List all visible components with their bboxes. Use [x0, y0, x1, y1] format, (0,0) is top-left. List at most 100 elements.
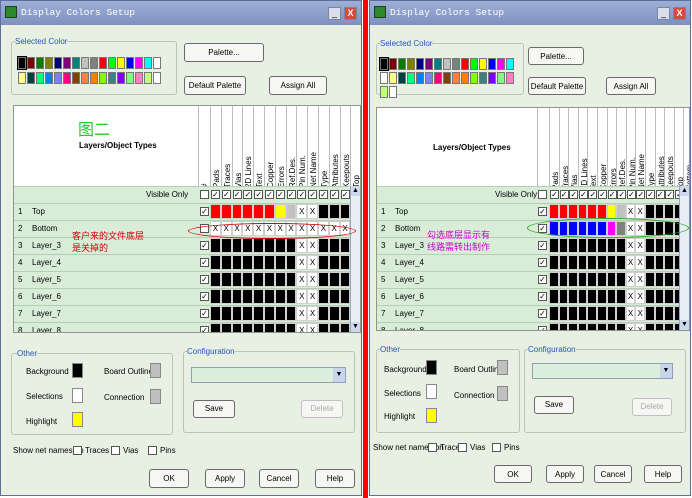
configuration-dropdown[interactable]: ▼	[191, 367, 346, 383]
color-cell[interactable]	[220, 255, 232, 270]
color-cell[interactable]	[654, 238, 665, 253]
color-cell[interactable]	[568, 204, 578, 219]
palette-swatch[interactable]	[398, 72, 406, 84]
visible-only-checkbox[interactable]: ✓	[646, 190, 655, 199]
table-row[interactable]: 3 Layer_3 ✓ X X	[377, 237, 689, 254]
color-cell[interactable]	[242, 323, 254, 332]
traces-checkbox[interactable]	[73, 446, 82, 455]
table-row[interactable]: 5 Layer_5 ✓ X X	[377, 271, 689, 288]
board-outline-color-box[interactable]	[497, 360, 508, 375]
palette-swatch[interactable]	[380, 72, 388, 84]
color-cell[interactable]	[664, 289, 674, 304]
save-button[interactable]: Save	[193, 400, 235, 418]
table-row[interactable]: 4 Layer_4 ✓ X X	[377, 254, 689, 271]
color-cell[interactable]	[328, 323, 340, 332]
color-cell[interactable]	[339, 204, 351, 219]
highlight-color-box[interactable]	[426, 408, 437, 423]
color-cell[interactable]	[558, 306, 569, 321]
color-cell[interactable]	[220, 323, 232, 332]
palette-swatch[interactable]	[54, 57, 62, 69]
visible-only-checkbox[interactable]: ✓	[598, 190, 607, 199]
ok-button[interactable]: OK	[149, 469, 189, 488]
palette-swatch[interactable]	[18, 72, 26, 84]
layer-enable-checkbox[interactable]: ✓	[200, 309, 209, 318]
apply-button[interactable]: Apply	[205, 469, 245, 488]
color-cell[interactable]	[568, 323, 578, 330]
color-cell[interactable]	[231, 289, 243, 304]
layer-enable-checkbox[interactable]: ✓	[200, 241, 209, 250]
palette-swatch[interactable]	[135, 72, 143, 84]
assign-all-button[interactable]: Assign All	[606, 77, 656, 95]
color-cell[interactable]	[597, 255, 607, 270]
configuration-dropdown[interactable]: ▼	[532, 363, 673, 379]
color-cell[interactable]	[253, 323, 264, 332]
color-cell[interactable]	[549, 306, 559, 321]
color-cell[interactable]	[231, 323, 243, 332]
palette-swatch[interactable]	[153, 57, 161, 69]
visible-only-checkbox[interactable]: ✓	[329, 190, 339, 199]
color-cell[interactable]	[285, 238, 297, 253]
layer-enable-checkbox[interactable]: ✓	[538, 309, 547, 318]
palette-swatch[interactable]	[72, 72, 80, 84]
color-cell[interactable]	[587, 238, 597, 253]
color-cell[interactable]	[597, 204, 607, 219]
visible-only-checkbox[interactable]: ✓	[578, 190, 588, 199]
color-cell[interactable]	[654, 255, 665, 270]
color-cell[interactable]	[606, 255, 617, 270]
color-cell[interactable]	[597, 272, 607, 287]
close-button[interactable]: X	[344, 7, 357, 20]
color-cell[interactable]	[568, 255, 578, 270]
table-row[interactable]: 7 Layer_7 ✓ X X	[14, 305, 360, 322]
palette-swatch[interactable]	[434, 58, 442, 70]
visible-only-checkbox[interactable]: ✓	[607, 190, 617, 199]
minimize-button[interactable]: _	[328, 7, 341, 20]
palette-swatch[interactable]	[117, 57, 125, 69]
palette-swatch[interactable]	[425, 72, 433, 84]
color-cell[interactable]	[220, 272, 232, 287]
palette-swatch[interactable]	[479, 58, 487, 70]
color-cell[interactable]: X	[296, 255, 308, 270]
color-cell[interactable]	[577, 306, 588, 321]
delete-button[interactable]: Delete	[632, 398, 672, 416]
palette-swatch[interactable]	[45, 57, 53, 69]
visible-only-checkbox[interactable]: ✓	[340, 190, 350, 199]
color-cell[interactable]	[587, 255, 597, 270]
color-cell[interactable]	[242, 238, 254, 253]
color-cell[interactable]	[654, 306, 665, 321]
palette-swatch[interactable]	[144, 72, 152, 84]
palette-swatch[interactable]	[36, 57, 44, 69]
color-cell[interactable]	[274, 238, 286, 253]
color-cell[interactable]: X	[307, 204, 318, 219]
help-button[interactable]: Help	[315, 469, 355, 488]
color-cell[interactable]: X	[635, 238, 645, 253]
palette-swatch[interactable]	[425, 58, 433, 70]
color-cell[interactable]	[242, 306, 254, 321]
visible-only-checkbox[interactable]: ✓	[319, 190, 328, 199]
table-row[interactable]: 1 Top ✓ X X	[14, 203, 360, 220]
color-cell[interactable]	[616, 272, 626, 287]
palette-swatch[interactable]	[461, 72, 469, 84]
palette-swatch[interactable]	[389, 86, 397, 98]
palette-swatch[interactable]	[379, 57, 389, 71]
visible-only-checkbox[interactable]: ✓	[265, 190, 274, 199]
color-cell[interactable]	[328, 306, 340, 321]
palette-swatch[interactable]	[45, 72, 53, 84]
color-cell[interactable]: X	[307, 323, 318, 332]
connection-color-box[interactable]	[150, 389, 161, 404]
color-cell[interactable]	[606, 289, 617, 304]
color-cell[interactable]	[568, 238, 578, 253]
scroll-down-arrow[interactable]: ▼	[351, 322, 360, 332]
palette-swatch[interactable]	[81, 57, 89, 69]
visible-only-checkbox[interactable]: ✓	[617, 190, 627, 199]
palette-swatch[interactable]	[99, 57, 107, 69]
color-cell[interactable]	[210, 255, 221, 270]
table-row[interactable]: 6 Layer_6 ✓ X X	[14, 288, 360, 305]
color-cell[interactable]	[654, 204, 665, 219]
color-cell[interactable]	[210, 289, 221, 304]
color-cell[interactable]	[664, 272, 674, 287]
visible-only-checkbox[interactable]: ✓	[665, 190, 675, 199]
color-cell[interactable]: X	[307, 255, 318, 270]
color-cell[interactable]	[549, 272, 559, 287]
color-cell[interactable]	[645, 255, 655, 270]
color-cell[interactable]	[606, 306, 617, 321]
